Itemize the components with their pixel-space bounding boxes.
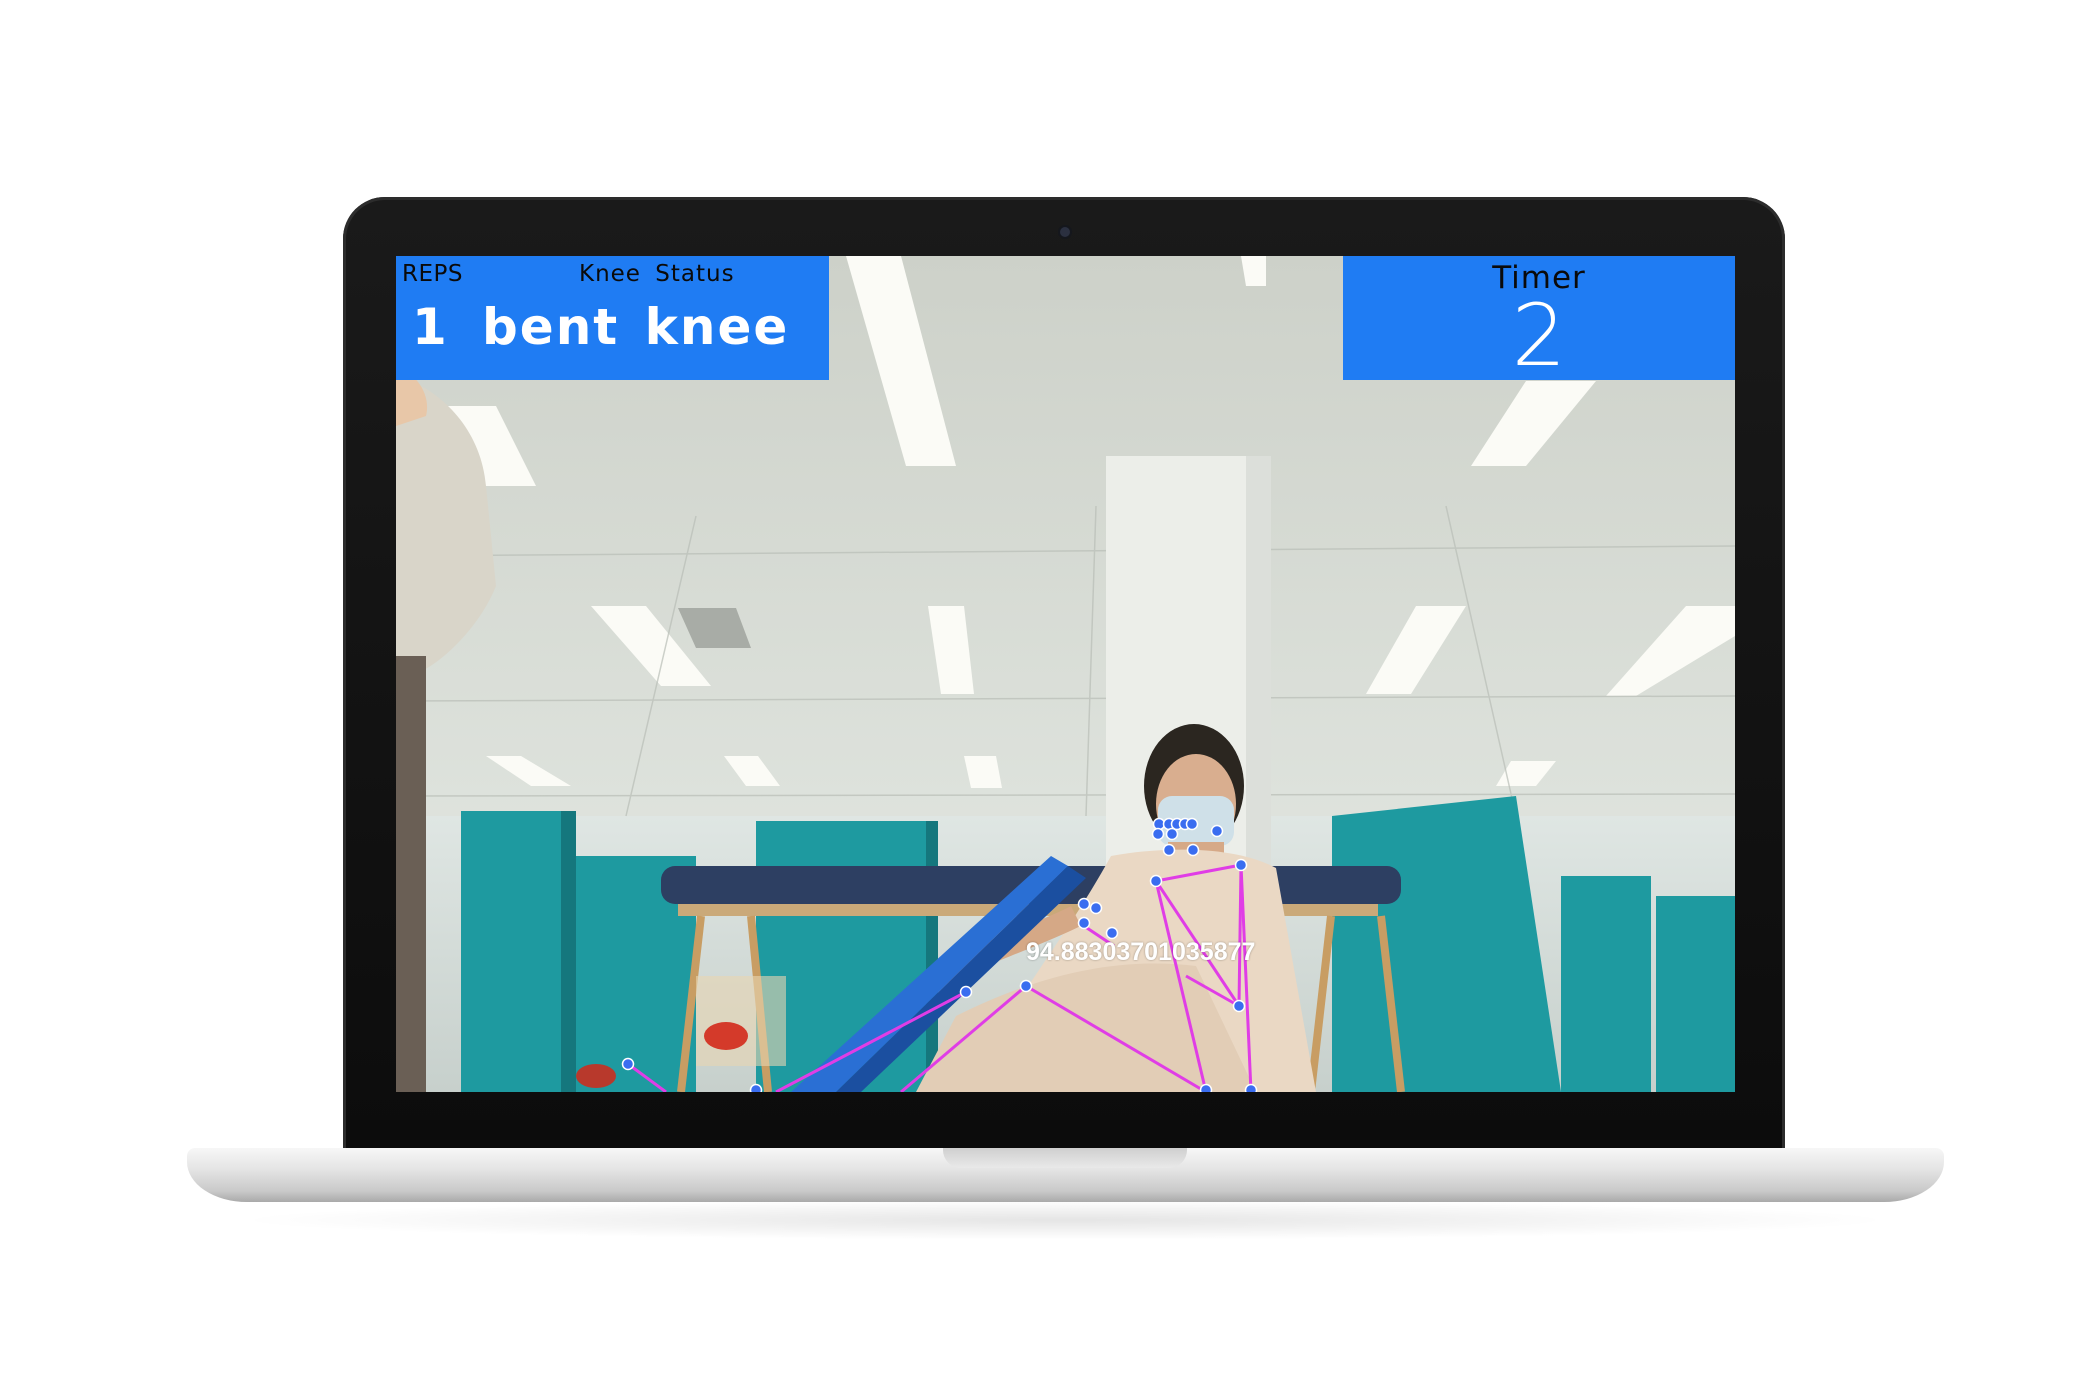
laptop-hinge-notch xyxy=(943,1148,1187,1168)
app-screen: REPS Knee Status 1 bent knee Timer 2 94.… xyxy=(396,256,1735,1092)
knee-status-label: Knee Status xyxy=(579,261,735,287)
knee-status-value: bent knee xyxy=(482,298,790,356)
webcam-icon xyxy=(1060,227,1070,237)
knee-angle-readout: 94.88303701035877 xyxy=(1026,938,1256,966)
reps-status-panel: REPS Knee Status 1 bent knee xyxy=(396,256,829,380)
laptop-shadow xyxy=(230,1200,1900,1240)
timer-panel: Timer 2 xyxy=(1343,256,1735,386)
reps-label: REPS xyxy=(402,261,463,287)
timer-value: 2 xyxy=(1511,286,1567,386)
reps-count: 1 xyxy=(412,298,447,356)
